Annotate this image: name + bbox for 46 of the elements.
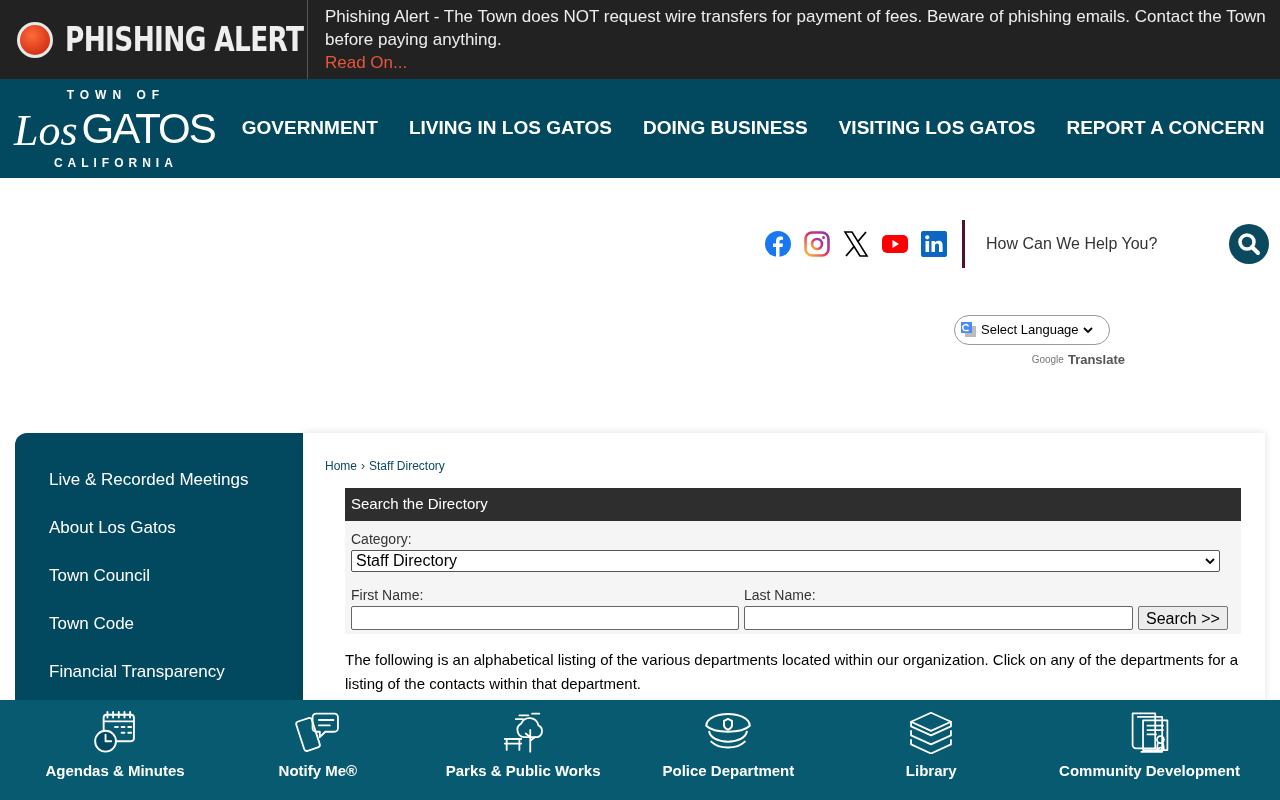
sidebar-link[interactable]: Town Council [49, 565, 303, 587]
first-name-label: First Name: [351, 586, 425, 605]
alert-title: PHISHING ALERT [65, 18, 304, 61]
category-select[interactable]: Staff Directory [351, 550, 1220, 572]
alert-light-icon [17, 21, 53, 58]
last-name-label: Last Name: [744, 586, 817, 605]
youtube-icon[interactable] [882, 235, 908, 253]
directory-header: Search the Directory [345, 488, 1241, 521]
instagram-icon[interactable] [804, 231, 830, 257]
breadcrumb-separator: › [361, 458, 365, 475]
search-button[interactable]: Search >> [1138, 606, 1228, 630]
translate-icon [961, 322, 977, 338]
sidebar-link[interactable]: Financial Transparency [49, 661, 303, 683]
sidebar-link[interactable]: Live & Recorded Meetings [49, 469, 303, 491]
sidebar-link[interactable]: Town Code [49, 613, 303, 635]
phone-chat-icon [293, 710, 342, 754]
alert-message: Phishing Alert - The Town does NOT request wire transfers for payment of fees. Beware of phishing emails. Contact the Town before paying anything. [325, 6, 1267, 51]
last-name-field[interactable] [744, 606, 1133, 630]
search-icon [1237, 232, 1261, 256]
town-logo[interactable]: TOWN OF LosGATOS CALIFORNIA [10, 86, 222, 171]
nav-link[interactable]: VISITING LOS GATOS [838, 114, 1036, 143]
search-field[interactable]: How Can We Help You? [986, 232, 1216, 256]
search-button[interactable] [1229, 224, 1269, 264]
x-logo-icon[interactable] [843, 231, 869, 257]
quick-link[interactable]: Library [856, 710, 1007, 782]
breadcrumb-link[interactable]: Staff Directory [369, 457, 445, 475]
quick-link[interactable]: Community Development [1059, 710, 1240, 782]
nav-link[interactable]: DOING BUSINESS [643, 114, 808, 143]
nav-link[interactable]: LIVING IN LOS GATOS [408, 114, 612, 143]
category-label: Category: [351, 530, 413, 549]
breadcrumb-link[interactable]: Home [325, 457, 357, 475]
facebook-icon[interactable] [765, 231, 791, 257]
quick-link[interactable]: Parks & Public Works [445, 710, 601, 782]
nav-link[interactable]: REPORT A CONCERN [1066, 114, 1265, 143]
read-on-link[interactable]: Read On... [325, 53, 408, 72]
first-name-field[interactable] [351, 606, 739, 630]
quick-link[interactable]: Police Department [653, 710, 804, 782]
quick-link[interactable]: Notify Me® [242, 710, 393, 782]
google-translate-credit: Google Translate [1031, 351, 1125, 369]
linkedin-icon[interactable] [921, 231, 947, 257]
chevron-icon [1205, 557, 1215, 565]
quick-link[interactable]: Agendas & Minutes [40, 710, 190, 782]
sidebar-link[interactable]: About Los Gatos [49, 517, 303, 539]
intro-paragraph: The following is an alphabetical listing of the various departments located within our organization. Click on any of the departments for a listing of the contacts within that department. [345, 650, 1239, 694]
nav-link[interactable]: GOVERNMENT [241, 114, 378, 143]
chevron-icon [1082, 326, 1093, 334]
